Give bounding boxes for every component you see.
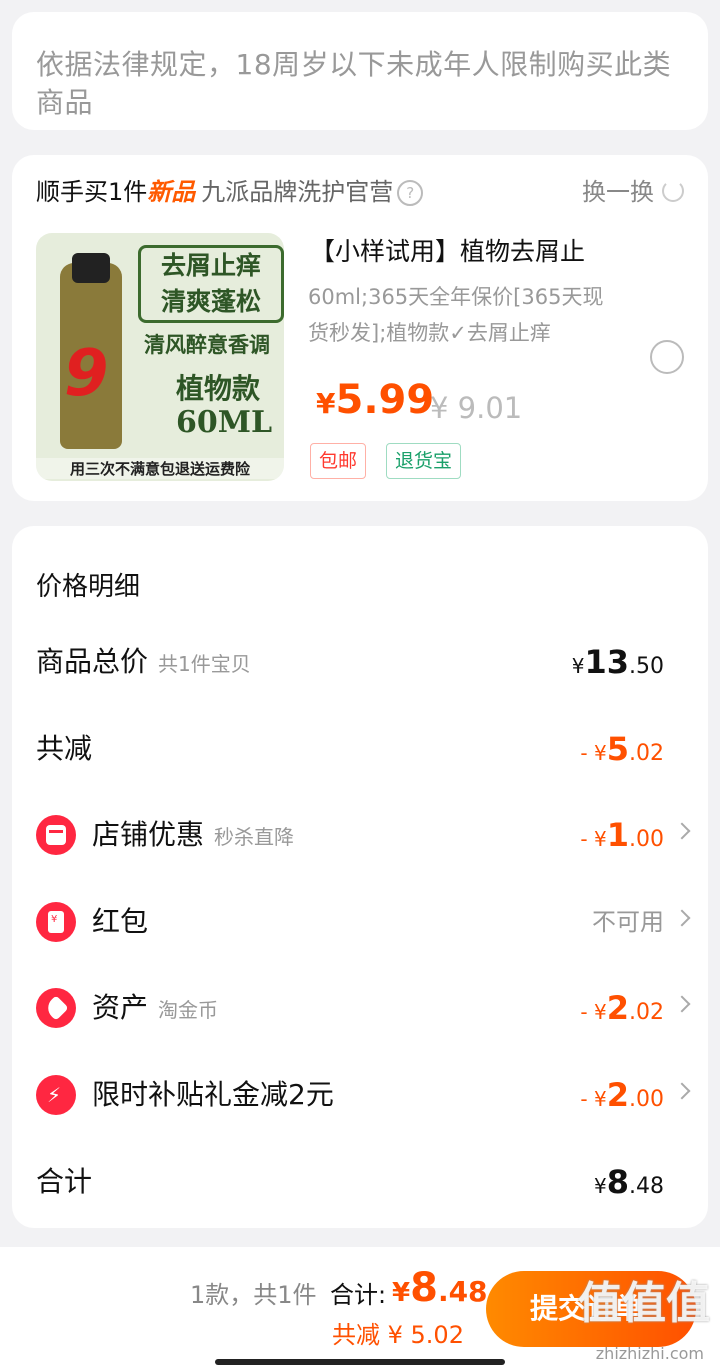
chevron-right-icon	[673, 909, 691, 927]
watermark-url: zhizhizhi.com	[595, 1344, 704, 1363]
row-value: 不可用	[592, 908, 664, 936]
total-dec: .48	[437, 1275, 488, 1308]
row-sublabel: 淘金币	[158, 998, 219, 1022]
shop-icon	[36, 815, 76, 855]
product-title[interactable]: 【小样试用】植物去屑止	[310, 235, 585, 269]
price-row[interactable]: 红包 不可用	[36, 902, 691, 942]
add-on-prefix: 顺手买1件	[36, 178, 148, 206]
image-badge: 去屑止痒 清爽蓬松	[138, 245, 284, 323]
row-value: - ¥1.00	[580, 816, 664, 854]
add-on-header: 顺手买1件新品 九派品牌洗护官营?	[36, 175, 424, 209]
tag-icon	[36, 988, 76, 1028]
row-label: 店铺优惠 秒杀直降	[92, 818, 295, 851]
price-row: 合计 ¥8.48	[36, 1162, 684, 1202]
checkout-bar: 1款，共1件 合计: ¥8.48 共减 ¥ 5.02 提交订单 值值值 zhiz…	[0, 1247, 720, 1369]
shop-name[interactable]: 九派品牌洗护官营	[201, 178, 393, 206]
saved-amount: 共减 ¥ 5.02	[332, 1321, 464, 1349]
total-int: 8	[410, 1265, 438, 1311]
red-envelope-icon	[36, 902, 76, 942]
original-price: ¥ 9.01	[430, 391, 523, 425]
price-row: 共减 - ¥5.02	[36, 729, 684, 769]
image-line2: 植物款	[176, 372, 261, 405]
product-spec: 60ml;365天全年保价[365天现货秒发];植物款✓去屑止痒	[308, 285, 604, 345]
chevron-right-icon	[673, 1082, 691, 1100]
row-label: 限时补贴礼金减2元	[92, 1078, 334, 1111]
bolt-icon	[36, 1075, 76, 1115]
row-sublabel: 共1件宝贝	[158, 652, 251, 676]
price-row[interactable]: 店铺优惠 秒杀直降 - ¥1.00	[36, 815, 691, 855]
row-label: 共减	[36, 732, 93, 765]
new-product-label: 新品	[147, 178, 196, 206]
row-value: - ¥2.00	[580, 1076, 664, 1114]
price-row: 商品总价 共1件宝贝 ¥13.50	[36, 642, 684, 682]
help-icon[interactable]: ?	[397, 180, 424, 206]
image-line1: 清风醉意香调	[144, 332, 270, 357]
product-image[interactable]: 9 去屑止痒 清爽蓬松 清风醉意香调 植物款 60ML 用三次不满意包退送运费险	[36, 233, 284, 481]
home-indicator[interactable]	[215, 1359, 505, 1365]
product-price: ¥5.99	[316, 377, 434, 423]
image-line3: 60ML	[176, 405, 273, 440]
age-restriction-notice: 依据法律规定，18周岁以下未成年人限制购买此类商品	[12, 12, 708, 130]
price-value: 5.99	[335, 377, 435, 423]
total-label: 合计:	[330, 1281, 387, 1309]
row-value: - ¥5.02	[580, 730, 664, 768]
price-currency: ¥	[316, 387, 336, 420]
watermark: 值值值	[578, 1278, 710, 1329]
item-count: 1款，共1件	[190, 1281, 317, 1309]
refresh-icon	[662, 180, 684, 202]
row-value: ¥13.50	[571, 643, 664, 681]
row-value: ¥8.48	[594, 1163, 664, 1201]
price-row[interactable]: 限时补贴礼金减2元 - ¥2.00	[36, 1075, 691, 1115]
swap-button[interactable]: 换一换	[582, 175, 684, 209]
price-detail-title: 价格明细	[36, 572, 141, 602]
free-shipping-tag: 包邮	[310, 443, 367, 479]
notice-text: 依据法律规定，18周岁以下未成年人限制购买此类商品	[36, 48, 672, 119]
swap-label: 换一换	[582, 178, 654, 206]
price-detail-card: 价格明细 商品总价 共1件宝贝 ¥13.50 共减 - ¥5.02 店铺优惠 秒杀直降 - ¥…	[12, 526, 708, 1228]
total-currency: ¥	[392, 1278, 411, 1308]
chevron-right-icon	[673, 822, 691, 840]
row-value: - ¥2.02	[580, 989, 664, 1027]
chevron-right-icon	[673, 995, 691, 1013]
image-footer: 用三次不满意包退送运费险	[36, 458, 284, 479]
return-insurance-tag: 退货宝	[386, 443, 462, 479]
brand-logo: 9	[64, 337, 109, 411]
row-label: 合计	[36, 1165, 93, 1198]
row-label: 红包	[92, 905, 149, 938]
select-radio[interactable]	[650, 340, 684, 374]
total-amount: ¥8.48	[392, 1265, 488, 1311]
price-row[interactable]: 资产 淘金币 - ¥2.02	[36, 988, 691, 1028]
row-label: 商品总价 共1件宝贝	[36, 645, 251, 678]
add-on-purchase-card: 顺手买1件新品 九派品牌洗护官营? 换一换 9 去屑止痒 清爽蓬松 清风醉意香调 …	[12, 155, 708, 501]
row-label: 资产 淘金币	[92, 991, 219, 1024]
row-sublabel: 秒杀直降	[214, 825, 295, 849]
